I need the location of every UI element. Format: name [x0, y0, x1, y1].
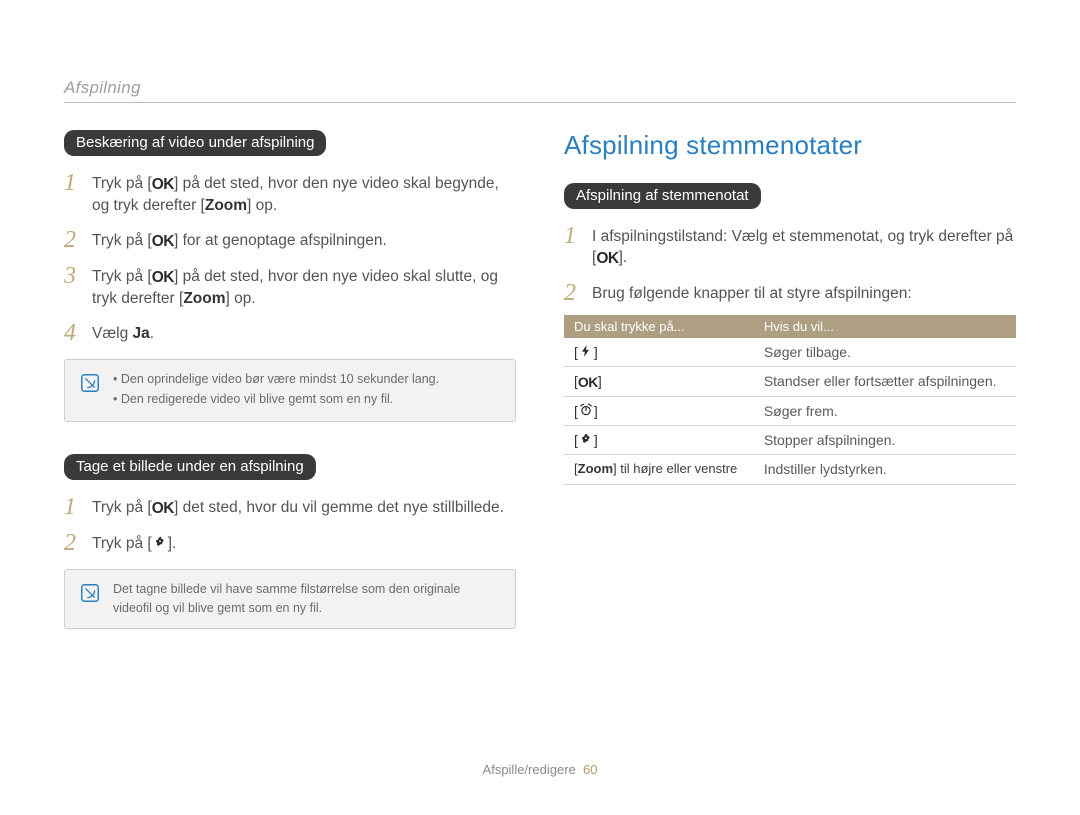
step-text: Brug følgende knapper til at styre afspi…: [592, 280, 912, 305]
step-number: 3: [64, 263, 82, 288]
note-list: Den oprindelige video bør være mindst 10…: [113, 370, 439, 412]
table-row: [ ] Søger frem.: [564, 396, 1016, 425]
self-timer-icon: [578, 403, 594, 417]
table-cell-desc: Søger frem.: [754, 396, 1016, 425]
table-row: [ ] Stopper afspilningen.: [564, 425, 1016, 454]
section-pill-capture: Tage et billede under en afspilning: [64, 454, 316, 480]
controls-table: Du skal trykke på... Hvis du vil... [ ] …: [564, 315, 1016, 485]
table-row: [ ] Søger tilbage.: [564, 338, 1016, 367]
ok-icon: OK: [596, 249, 618, 270]
step-item: 4 Vælg Ja.: [64, 320, 516, 345]
table-cell-key: [OK]: [564, 366, 754, 396]
step-text: Tryk på [OK] på det sted, hvor den nye v…: [92, 170, 516, 217]
table-cell-desc: Søger tilbage.: [754, 338, 1016, 367]
step-text: Tryk på [OK] på det sted, hvor den nye v…: [92, 263, 516, 310]
table-cell-key: [ ]: [564, 338, 754, 367]
page-header: Afspilning: [64, 78, 1016, 103]
step-text: Tryk på [ ].: [92, 530, 176, 555]
footer-text: Afspille/redigere: [483, 762, 576, 777]
note-item: Den oprindelige video bør være mindst 10…: [113, 370, 439, 389]
breadcrumb: Afspilning: [64, 78, 1016, 98]
step-number: 1: [64, 494, 82, 519]
table-cell-key: [ ]: [564, 396, 754, 425]
step-number: 4: [64, 320, 82, 345]
flash-icon: [578, 344, 594, 358]
header-rule: [64, 102, 1016, 103]
note-box: Den oprindelige video bør være mindst 10…: [64, 359, 516, 423]
table-cell-desc: Standser eller fortsætter afspilningen.: [754, 366, 1016, 396]
step-text: Tryk på [OK] det sted, hvor du vil gemme…: [92, 494, 504, 520]
macro-flower-icon: [578, 432, 594, 446]
right-column: Afspilning stemmenotater Afspilning af s…: [564, 130, 1016, 629]
step-number: 2: [64, 227, 82, 252]
step-item: 2 Brug følgende knapper til at styre afs…: [564, 280, 1016, 305]
table-cell-desc: Indstiller lydstyrken.: [754, 454, 1016, 484]
table-cell-desc: Stopper afspilningen.: [754, 425, 1016, 454]
page-footer: Afspille/redigere 60: [0, 762, 1080, 777]
step-item: 1 Tryk på [OK] på det sted, hvor den nye…: [64, 170, 516, 217]
step-text: Vælg Ja.: [92, 320, 154, 345]
step-item: 1 Tryk på [OK] det sted, hvor du vil gem…: [64, 494, 516, 520]
step-number: 2: [64, 530, 82, 555]
macro-flower-icon: [152, 535, 168, 549]
note-item: Den redigerede video vil blive gemt som …: [113, 390, 439, 409]
info-icon: [79, 372, 101, 394]
note-box: Det tagne billede vil have samme filstør…: [64, 569, 516, 629]
table-row: [Zoom] til højre eller venstre Indstille…: [564, 454, 1016, 484]
ok-icon: OK: [152, 268, 174, 289]
table-header: Hvis du vil...: [754, 315, 1016, 338]
table-cell-key: [ ]: [564, 425, 754, 454]
step-item: 1 I afspilningstilstand: Vælg et stemmen…: [564, 223, 1016, 270]
step-item: 2 Tryk på [ ].: [64, 530, 516, 555]
ok-icon: OK: [152, 232, 174, 253]
ok-icon: OK: [578, 374, 598, 390]
page-number: 60: [583, 762, 597, 777]
section-pill-voice: Afspilning af stemmenotat: [564, 183, 761, 209]
table-row: [OK] Standser eller fortsætter afspilnin…: [564, 366, 1016, 396]
step-text: Tryk på [OK] for at genoptage afspilning…: [92, 227, 387, 253]
left-column: Beskæring af video under afspilning 1 Tr…: [64, 130, 516, 629]
step-number: 1: [564, 223, 582, 248]
step-text: I afspilningstilstand: Vælg et stemmenot…: [592, 223, 1016, 270]
section-heading: Afspilning stemmenotater: [564, 130, 1016, 161]
step-item: 2 Tryk på [OK] for at genoptage afspilni…: [64, 227, 516, 253]
table-cell-key: [Zoom] til højre eller venstre: [564, 454, 754, 484]
ok-icon: OK: [152, 175, 174, 196]
step-number: 2: [564, 280, 582, 305]
ok-icon: OK: [152, 499, 174, 520]
note-text: Det tagne billede vil have samme filstør…: [113, 580, 501, 618]
info-icon: [79, 582, 101, 604]
table-header: Du skal trykke på...: [564, 315, 754, 338]
step-number: 1: [64, 170, 82, 195]
step-item: 3 Tryk på [OK] på det sted, hvor den nye…: [64, 263, 516, 310]
section-pill-crop: Beskæring af video under afspilning: [64, 130, 326, 156]
